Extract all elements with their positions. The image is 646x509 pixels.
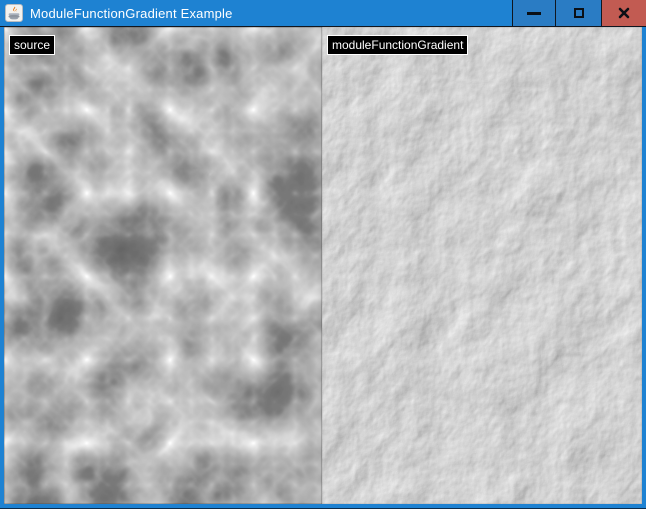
close-button[interactable] bbox=[601, 0, 646, 27]
java-coffee-cup-icon bbox=[5, 4, 23, 22]
window-controls bbox=[512, 0, 646, 27]
gradient-panel: moduleFunctionGradient bbox=[322, 27, 642, 504]
window-frame-bottom bbox=[0, 504, 646, 509]
window-title: ModuleFunctionGradient Example bbox=[30, 6, 233, 21]
source-image bbox=[4, 27, 322, 504]
minimize-button[interactable] bbox=[512, 0, 555, 27]
gradient-label: moduleFunctionGradient bbox=[327, 35, 468, 55]
app-window: ModuleFunctionGradient Example bbox=[0, 0, 646, 509]
minimize-icon bbox=[527, 12, 541, 15]
maximize-icon bbox=[574, 8, 584, 18]
content-area: source bbox=[0, 27, 646, 504]
maximize-button[interactable] bbox=[555, 0, 601, 27]
module-function-gradient-image bbox=[322, 27, 642, 504]
source-panel: source bbox=[4, 27, 322, 504]
source-label: source bbox=[9, 35, 55, 55]
close-icon bbox=[618, 7, 630, 19]
titlebar[interactable]: ModuleFunctionGradient Example bbox=[0, 0, 646, 27]
